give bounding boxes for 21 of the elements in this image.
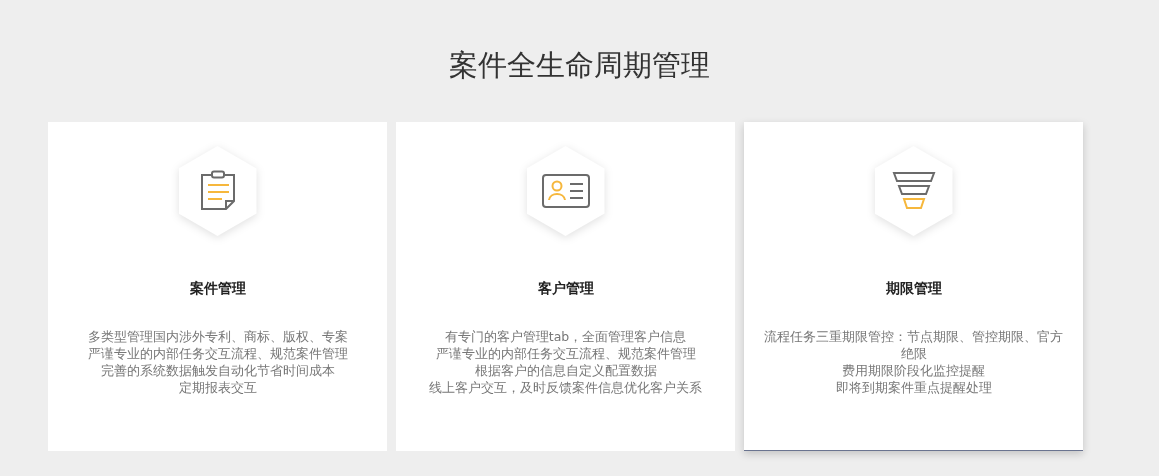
description-line: 费用期限阶段化监控提醒 bbox=[842, 362, 985, 379]
description-line: 严谨专业的内部任务交互流程、规范案件管理 bbox=[87, 345, 348, 362]
funnel-icon bbox=[891, 171, 936, 211]
feature-card[interactable]: 客户管理 有专门的客户管理tab，全面管理客户信息 严谨专业的内部任务交互流程、规范案件管理 根据客户的信息自定义配置数据 线上客户交互，及时反馈案件信息优化客户关系 bbox=[396, 122, 735, 451]
description-line: 线上客户交互，及时反馈案件信息优化客户关系 bbox=[429, 379, 702, 396]
card-title: 客户管理 bbox=[537, 280, 594, 298]
description-line: 定期报表交互 bbox=[178, 379, 257, 396]
feature-card[interactable]: 期限管理 流程任务三重期限管控：节点期限、管控期限、官方绝限 费用期限阶段化监控提醒 即将到期案件重点提醒处理 bbox=[744, 122, 1083, 451]
description-line: 有专门的客户管理tab，全面管理客户信息 bbox=[444, 328, 687, 345]
description-line: 多类型管理国内涉外专利、商标、版权、专案 bbox=[87, 328, 348, 345]
description-line: 根据客户的信息自定义配置数据 bbox=[474, 362, 657, 379]
card-title: 案件管理 bbox=[189, 280, 246, 298]
section-heading: 案件全生命周期管理 bbox=[448, 47, 711, 84]
description-line: 严谨专业的内部任务交互流程、规范案件管理 bbox=[435, 345, 696, 362]
feature-card[interactable]: 案件管理 多类型管理国内涉外专利、商标、版权、专案 严谨专业的内部任务交互流程、规范案件管理 完善的系统数据触发自动化节省时间成本 定期报表交互 bbox=[48, 122, 387, 451]
description-line: 即将到期案件重点提醒处理 bbox=[835, 379, 992, 396]
clipboard-icon bbox=[198, 170, 237, 212]
description-line: 完善的系统数据触发自动化节省时间成本 bbox=[100, 362, 335, 379]
description-line: 流程任务三重期限管控：节点期限、管控期限、官方绝限 bbox=[763, 328, 1064, 362]
id-card-icon bbox=[541, 174, 590, 208]
card-title: 期限管理 bbox=[885, 280, 942, 298]
